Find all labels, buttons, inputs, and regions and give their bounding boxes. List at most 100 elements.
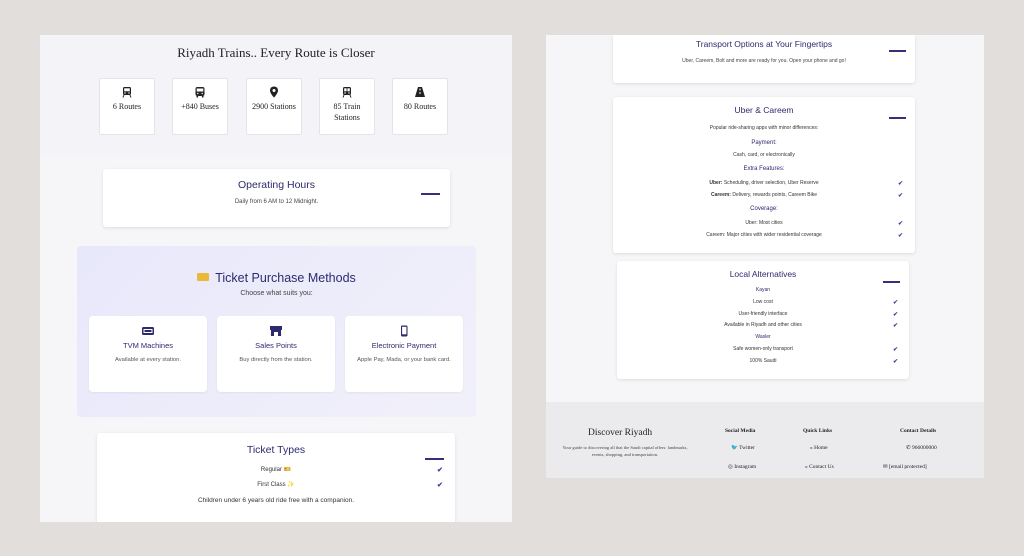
- social-heading: Social Media: [725, 428, 756, 434]
- method-card-sales-points[interactable]: Sales Points Buy directly from the stati…: [217, 316, 335, 392]
- extra-careem-line: Careem: Delivery, rewards points, Careem…: [710, 192, 818, 198]
- uber-careem-card: Uber & Careem Popular ride-sharing apps …: [613, 97, 915, 253]
- check-icon: ✔: [893, 323, 899, 329]
- check-icon: ✔: [893, 300, 899, 306]
- ticket-type-item: First Class ✨: [257, 482, 295, 488]
- stat-label: 6 Routes: [112, 102, 142, 111]
- operating-hours-card: Operating Hours Daily from 6 AM to 12 Mi…: [103, 169, 450, 227]
- check-icon: ✔: [437, 482, 443, 489]
- coverage-uber: Uber: Most cities: [745, 220, 783, 226]
- envelope-icon: ✉: [883, 464, 888, 470]
- left-page-view: Riyadh Trains.. Every Route is Closer 6 …: [40, 35, 512, 522]
- train-icon: [342, 87, 352, 98]
- ticket-purchase-subtitle: Choose what suits you:: [240, 290, 313, 297]
- ticket-purchase-section: Ticket Purchase Methods Choose what suit…: [77, 246, 476, 417]
- check-icon: ✔: [893, 312, 899, 318]
- kayan-item: Available in Riyadh and other cities: [724, 322, 802, 328]
- coverage-careem: Careem: Major cities with wider resident…: [706, 232, 822, 238]
- method-title: Electronic Payment: [371, 341, 437, 350]
- ticket-types-note: Children under 6 years old ride free wit…: [197, 497, 355, 504]
- local-alternatives-card: Local Alternatives Kayan Low cost ✔ User…: [617, 261, 909, 379]
- home-link[interactable]: » Home: [810, 445, 828, 451]
- extra-uber-line: Uber: Scheduling, driver selection, Uber…: [709, 180, 819, 186]
- road-icon: [415, 87, 425, 97]
- transport-options-card: Transport Options at Your Fingertips Ube…: [613, 35, 915, 83]
- map-pin-icon: [270, 86, 278, 98]
- method-desc: Apple Pay, Mada, or your bank card.: [357, 357, 451, 363]
- uber-careem-title: Uber & Careem: [734, 105, 794, 115]
- payment-heading: Payment:: [751, 140, 777, 146]
- check-icon: ✔: [898, 233, 904, 239]
- footer-tagline: Your guide to discovering all that the S…: [562, 445, 688, 457]
- ticket-machine-icon: [142, 327, 154, 335]
- hero-title: Riyadh Trains.. Every Route is Closer: [177, 45, 375, 60]
- double-chevron-icon: »: [810, 445, 813, 451]
- extra-features-heading: Extra Features:: [743, 166, 785, 172]
- transport-title: Transport Options at Your Fingertips: [695, 39, 833, 49]
- wasler-heading: Wasler: [755, 334, 771, 340]
- collapse-toggle-icon[interactable]: [425, 458, 444, 460]
- contact-heading: Contact Details: [900, 428, 937, 434]
- check-icon: ✔: [893, 347, 899, 353]
- phone-link[interactable]: ✆ 966000000: [906, 445, 937, 451]
- social-twitter-link[interactable]: 🐦 Twitter: [731, 445, 755, 451]
- stat-label: 2900 Stations: [252, 102, 296, 111]
- kayan-heading: Kayan: [755, 287, 771, 293]
- store-icon: [270, 326, 282, 336]
- stat-label: +840 Buses: [181, 102, 219, 111]
- wasler-item: 100% Saudi: [749, 358, 777, 364]
- train-icon: [122, 87, 132, 98]
- method-card-tvm[interactable]: TVM Machines Available at every station.: [89, 316, 207, 392]
- collapse-toggle-icon[interactable]: [889, 117, 906, 119]
- email-link[interactable]: ✉ [email protected]: [883, 464, 927, 470]
- check-icon: ✔: [893, 359, 899, 365]
- social-instagram-link[interactable]: ◎ Instagram: [728, 464, 756, 470]
- mobile-icon: [401, 325, 408, 337]
- stat-label: 85 Train Stations: [333, 102, 361, 122]
- instagram-icon: ◎: [728, 464, 733, 470]
- double-chevron-icon: »: [805, 464, 808, 470]
- stat-card-train-stations: 85 Train Stations: [319, 78, 375, 135]
- local-alternatives-title: Local Alternatives: [729, 269, 797, 279]
- collapse-toggle-icon[interactable]: [421, 193, 440, 195]
- ticket-icon: [197, 273, 210, 281]
- check-icon: ✔: [898, 221, 904, 227]
- hero-section: Riyadh Trains.. Every Route is Closer 6 …: [40, 35, 512, 155]
- method-title: TVM Machines: [122, 341, 173, 350]
- kayan-item: Low cost: [753, 299, 773, 305]
- check-icon: ✔: [898, 181, 904, 187]
- right-page-view: Transport Options at Your Fingertips Ube…: [546, 35, 984, 478]
- phone-icon: ✆: [906, 445, 911, 451]
- method-desc: Available at every station.: [115, 357, 181, 363]
- method-desc: Buy directly from the station.: [239, 357, 313, 363]
- stat-card-road-routes: 80 Routes: [392, 78, 448, 135]
- collapse-toggle-icon[interactable]: [883, 281, 900, 283]
- quick-links-heading: Quick Links: [803, 428, 833, 434]
- kayan-item: User-friendly interface: [738, 311, 788, 317]
- method-card-electronic-payment[interactable]: Electronic Payment Apple Pay, Mada, or y…: [345, 316, 463, 392]
- coverage-heading: Coverage:: [750, 206, 778, 212]
- ticket-types-card: Ticket Types Regular 🎫 ✔ First Class ✨ ✔…: [97, 433, 455, 522]
- footer-brand: Discover Riyadh: [588, 428, 653, 438]
- stat-label: 80 Routes: [403, 102, 437, 111]
- operating-hours-text: Daily from 6 AM to 12 Midnight.: [234, 199, 319, 205]
- stat-card-buses: +840 Buses: [172, 78, 228, 135]
- uber-intro: Popular ride-sharing apps with minor dif…: [709, 125, 819, 131]
- check-icon: ✔: [437, 467, 443, 474]
- transport-text: Uber, Careem, Bolt and more are ready fo…: [682, 58, 846, 64]
- check-icon: ✔: [898, 193, 904, 199]
- method-title: Sales Points: [255, 341, 297, 350]
- ticket-purchase-title: Ticket Purchase Methods: [77, 271, 476, 285]
- ticket-type-item: Regular 🎫: [260, 467, 292, 473]
- collapse-toggle-icon[interactable]: [889, 50, 906, 52]
- ticket-types-title: Ticket Types: [246, 444, 306, 456]
- operating-hours-title: Operating Hours: [237, 179, 316, 191]
- payment-text: Cash, card, or electronically: [733, 152, 795, 158]
- twitter-icon: 🐦: [731, 445, 738, 451]
- site-footer: Discover Riyadh Your guide to discoverin…: [546, 402, 984, 478]
- contact-us-link[interactable]: » Contact Us: [805, 464, 834, 470]
- bus-icon: [195, 87, 205, 98]
- wasler-item: Safe women-only transport: [733, 346, 793, 352]
- stat-card-routes: 6 Routes: [99, 78, 155, 135]
- stat-card-stations: 2900 Stations: [246, 78, 302, 135]
